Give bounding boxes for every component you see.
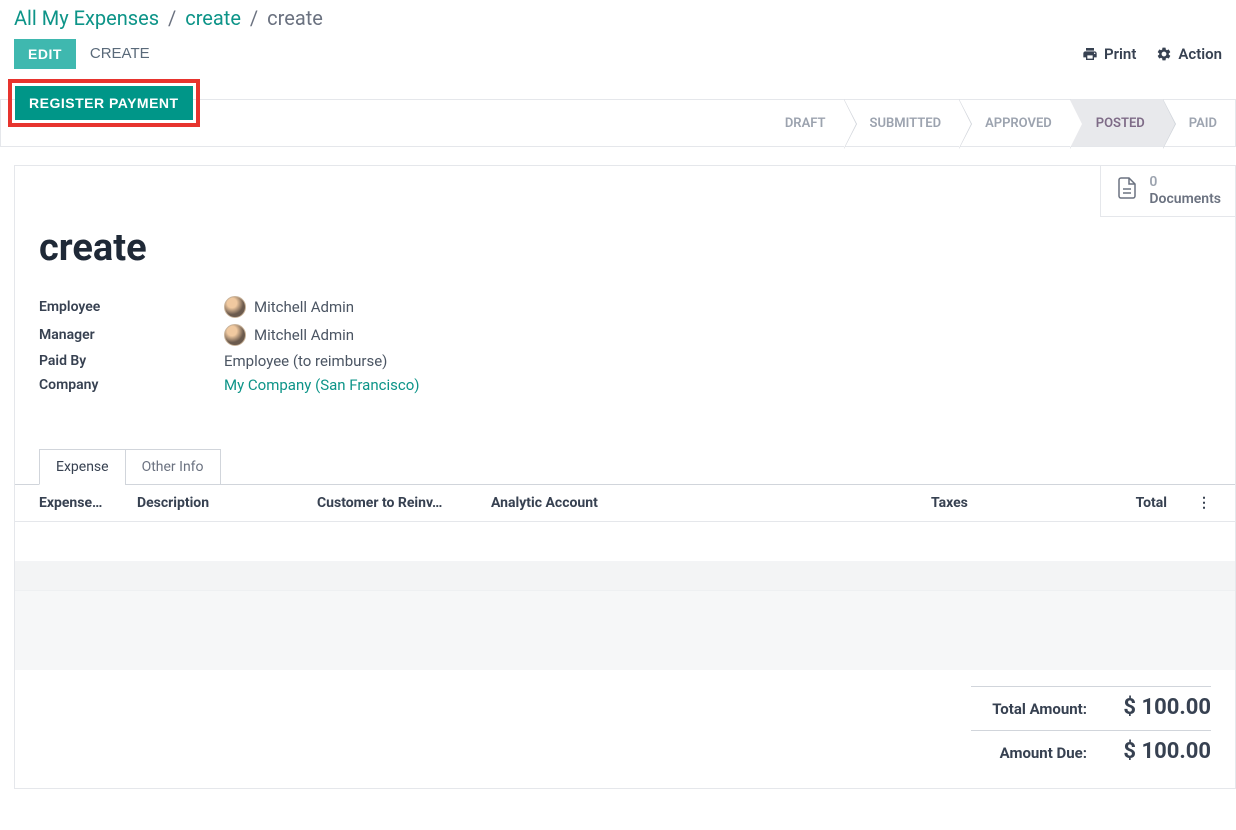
col-taxes: Taxes [931, 495, 1111, 511]
employee-label: Employee [39, 299, 224, 315]
documents-button[interactable]: 0 Documents [1100, 166, 1235, 217]
breadcrumb-mid[interactable]: create [185, 6, 241, 30]
paidby-label: Paid By [39, 353, 224, 369]
documents-count: 0 [1149, 174, 1221, 191]
print-button[interactable]: Print [1082, 45, 1136, 63]
employee-value: Mitchell Admin [224, 296, 354, 318]
company-value[interactable]: My Company (San Francisco) [224, 376, 419, 394]
print-label: Print [1104, 45, 1136, 63]
manager-value: Mitchell Admin [224, 324, 354, 346]
breadcrumb-sep: / [168, 6, 176, 30]
company-label: Company [39, 377, 224, 393]
highlight-annotation: REGISTER PAYMENT [8, 79, 200, 127]
breadcrumb-sep: / [250, 6, 258, 30]
total-amount-label: Total Amount: [992, 700, 1087, 718]
col-menu-icon[interactable]: ⋮ [1191, 495, 1211, 511]
document-icon [1115, 174, 1139, 202]
amount-due-label: Amount Due: [1000, 744, 1087, 762]
tab-other-info[interactable]: Other Info [125, 449, 221, 485]
status-submitted[interactable]: SUBMITTED [844, 100, 960, 146]
documents-label: Documents [1149, 191, 1221, 208]
status-label: POSTED [1096, 116, 1145, 131]
table-header: Expense… Description Customer to Reinv… … [15, 485, 1235, 522]
manager-label: Manager [39, 327, 224, 343]
action-row: EDIT CREATE Print Action [0, 38, 1236, 79]
status-label: APPROVED [985, 116, 1052, 131]
status-label: SUBMITTED [870, 116, 942, 131]
col-analytic: Analytic Account [491, 495, 931, 511]
printer-icon [1082, 46, 1098, 62]
status-posted[interactable]: POSTED [1070, 100, 1163, 146]
employee-name: Mitchell Admin [254, 298, 354, 316]
action-label: Action [1178, 45, 1222, 63]
amount-due-value: $ 100.00 [1111, 739, 1211, 764]
paidby-value: Employee (to reimburse) [224, 352, 387, 370]
totals: Total Amount: $ 100.00 Amount Due: $ 100… [15, 670, 1235, 788]
col-expense-date: Expense… [39, 495, 137, 511]
gear-icon [1156, 46, 1172, 62]
col-customer: Customer to Reinv… [317, 495, 491, 511]
status-draft[interactable]: DRAFT [759, 100, 844, 146]
tab-expense[interactable]: Expense [39, 449, 126, 485]
field-group: Employee Mitchell Admin Manager Mitchell… [15, 296, 1235, 424]
total-amount-value: $ 100.00 [1111, 695, 1211, 720]
status-approved[interactable]: APPROVED [959, 100, 1070, 146]
table-body-empty [15, 522, 1235, 562]
action-button[interactable]: Action [1156, 45, 1222, 63]
page-title: create [15, 166, 1235, 296]
status-label: PAID [1189, 116, 1217, 131]
edit-button[interactable]: EDIT [14, 39, 76, 69]
col-total: Total [1111, 495, 1191, 511]
spacer [15, 590, 1235, 670]
breadcrumb: All My Expenses / create / create [0, 0, 1236, 38]
status-bar: DRAFT SUBMITTED APPROVED POSTED PAID [759, 100, 1235, 146]
register-payment-button[interactable]: REGISTER PAYMENT [15, 86, 193, 120]
breadcrumb-current: create [267, 6, 323, 30]
form-sheet: 0 Documents create Employee Mitchell Adm… [14, 165, 1236, 789]
col-description: Description [137, 495, 317, 511]
create-button[interactable]: CREATE [88, 38, 152, 69]
spacer [15, 562, 1235, 590]
breadcrumb-root[interactable]: All My Expenses [14, 6, 159, 30]
manager-name: Mitchell Admin [254, 326, 354, 344]
status-label: DRAFT [785, 116, 826, 131]
tabs: Expense Other Info [15, 424, 1235, 485]
avatar-icon [224, 324, 246, 346]
avatar-icon [224, 296, 246, 318]
